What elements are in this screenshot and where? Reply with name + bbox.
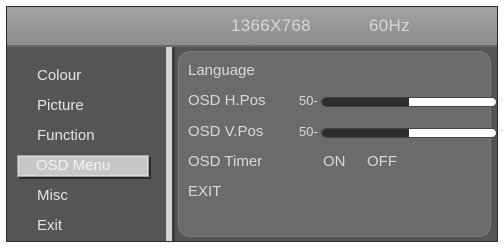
sidebar-item-colour[interactable]: Colour — [37, 67, 81, 84]
osd-timer-on-option[interactable]: ON — [323, 153, 346, 170]
osd-v-pos-plus: + — [498, 125, 504, 137]
osd-header: 1366X768 60Hz — [7, 7, 497, 47]
osd-h-pos-slider[interactable] — [321, 97, 497, 107]
osd-menu-panel: Language OSD H.Pos 50- + OSD V.Pos 50- +… — [178, 51, 504, 237]
sidebar-item-picture[interactable]: Picture — [37, 97, 84, 114]
refresh-rate-text: 60Hz — [369, 16, 410, 35]
osd-v-pos-label[interactable]: OSD V.Pos — [188, 123, 263, 140]
osd-h-pos-slider-fill — [322, 98, 409, 106]
language-option[interactable]: Language — [188, 62, 255, 79]
osd-h-pos-plus: + — [498, 94, 504, 106]
exit-option[interactable]: EXIT — [188, 183, 221, 200]
osd-v-pos-slider[interactable] — [321, 128, 497, 138]
osd-v-pos-value: 50- — [299, 124, 318, 139]
osd-sidebar: Colour Picture Function OSD Menu Misc Ex… — [7, 47, 165, 241]
osd-timer-off-option[interactable]: OFF — [367, 153, 397, 170]
osd-h-pos-value: 50- — [299, 93, 318, 108]
osd-h-pos-label[interactable]: OSD H.Pos — [188, 92, 266, 109]
sidebar-item-function[interactable]: Function — [37, 127, 95, 144]
sidebar-item-exit[interactable]: Exit — [37, 217, 62, 234]
osd-timer-label[interactable]: OSD Timer — [188, 153, 262, 170]
osd-window: 1366X768 60Hz Colour Picture Function OS… — [6, 6, 504, 242]
sidebar-divider-dark — [172, 47, 175, 241]
sidebar-item-osd-menu[interactable]: OSD Menu — [17, 155, 149, 177]
resolution-text: 1366X768 — [231, 16, 311, 35]
sidebar-item-misc[interactable]: Misc — [37, 187, 68, 204]
osd-v-pos-slider-fill — [322, 129, 409, 137]
